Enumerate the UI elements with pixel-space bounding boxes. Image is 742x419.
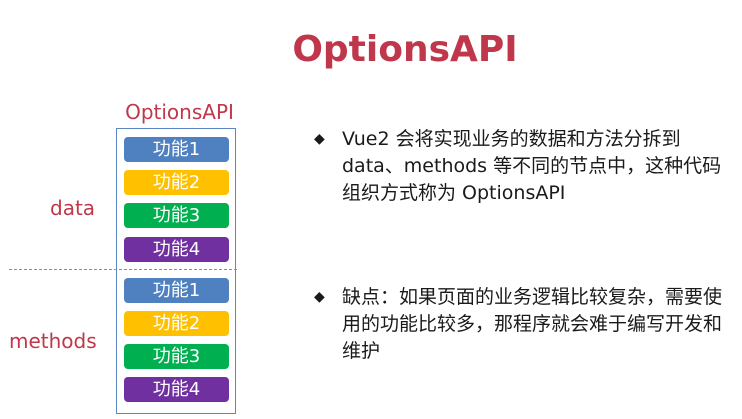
data-feature-2: 功能2 [124, 170, 229, 195]
diamond-bullet-icon: ◆ [314, 289, 325, 305]
bullet-text: 缺点：如果页面的业务逻辑比较复杂，需要使用的功能比较多，那程序就会难于编写开发和… [342, 286, 723, 362]
methods-feature-3: 功能3 [124, 344, 229, 369]
bullet-text: Vue2 会将实现业务的数据和方法分拆到data、methods 等不同的节点中… [342, 128, 722, 204]
data-feature-3: 功能3 [124, 203, 229, 228]
data-feature-1: 功能1 [124, 137, 229, 162]
methods-section-label: methods [9, 329, 97, 353]
diamond-bullet-icon: ◆ [314, 131, 325, 147]
methods-feature-4: 功能4 [124, 377, 229, 402]
section-divider [9, 269, 237, 270]
data-section-label: data [50, 196, 96, 220]
data-feature-4: 功能4 [124, 237, 229, 262]
bullet-description: ◆ Vue2 会将实现业务的数据和方法分拆到data、methods 等不同的节… [314, 126, 729, 207]
page-title: OptionsAPI [292, 29, 518, 70]
methods-feature-2: 功能2 [124, 311, 229, 336]
bullet-drawback: ◆ 缺点：如果页面的业务逻辑比较复杂，需要使用的功能比较多，那程序就会难于编写开… [314, 284, 729, 365]
methods-feature-1: 功能1 [124, 278, 229, 303]
diagram-label: OptionsAPI [125, 100, 234, 124]
